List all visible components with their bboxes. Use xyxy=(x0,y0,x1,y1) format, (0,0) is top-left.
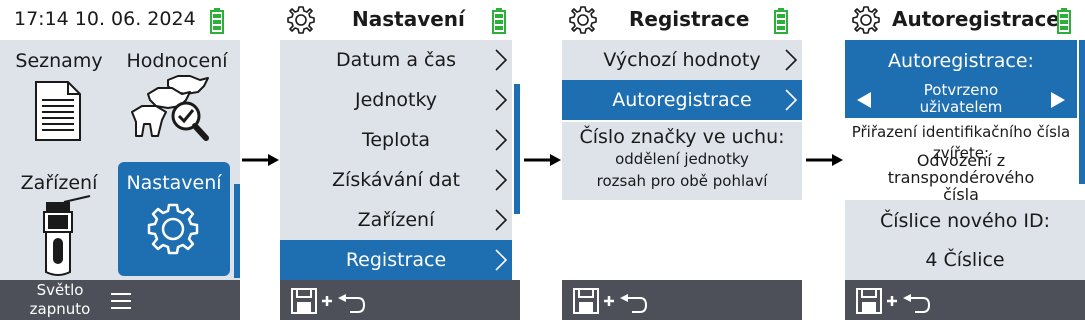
scrollbar[interactable] xyxy=(514,84,520,214)
scrollbar[interactable] xyxy=(234,184,240,278)
menu-item-registration[interactable]: Registrace xyxy=(280,240,512,280)
tile-lists[interactable]: Seznamy xyxy=(0,42,118,158)
tile-evaluation-label: Hodnocení xyxy=(126,50,228,72)
right-arrow-icon xyxy=(242,154,279,166)
save-icon xyxy=(856,288,882,314)
registration-screen: Registrace Výchozí hodnoty Autoregistrac… xyxy=(562,0,802,320)
id-assignment-panel[interactable]: Odvození z transpondérového čísla Přiřaz… xyxy=(845,118,1077,200)
menu-item-autoregistration[interactable]: Autoregistrace xyxy=(562,80,802,120)
tile-lists-label: Seznamy xyxy=(15,50,103,72)
autoregistration-setting[interactable]: Autoregistrace: Potvrzeno uživatelem xyxy=(845,40,1077,118)
back-icon xyxy=(620,294,648,313)
arrow-right-icon[interactable] xyxy=(1049,91,1067,109)
menu-item-device[interactable]: Zařízení xyxy=(280,200,512,240)
settings-screen: Nastavení Datum a čas Jednotky Teplota Z… xyxy=(280,0,520,320)
battery-icon xyxy=(1057,8,1071,34)
chevron-right-icon xyxy=(495,129,508,151)
back-icon xyxy=(903,294,931,313)
header: Autoregistrace xyxy=(845,0,1085,40)
tile-settings-label: Nastavení xyxy=(126,172,222,194)
menu-item-data-acquisition[interactable]: Získávání dat xyxy=(280,160,512,200)
chevron-right-icon xyxy=(495,249,508,271)
gear-icon xyxy=(287,6,315,34)
tile-settings[interactable]: Nastavení xyxy=(118,162,230,276)
setting-label: Autoregistrace: xyxy=(888,50,1034,72)
arrow-left-icon[interactable] xyxy=(855,91,873,109)
menu-item-temperature[interactable]: Teplota xyxy=(280,120,512,160)
cows-search-icon xyxy=(131,75,209,141)
right-arrow-icon xyxy=(806,154,843,166)
status-time: 17:14 10. 06. 2024 xyxy=(14,8,196,30)
save-back-icons[interactable] xyxy=(855,286,945,316)
footer-bar xyxy=(280,280,520,320)
id-assignment-heading: Přiřazení identifikačního čísla zvířete: xyxy=(851,123,1071,162)
chevron-right-icon xyxy=(495,209,508,231)
chevron-right-icon xyxy=(495,169,508,191)
battery-icon xyxy=(774,8,788,34)
chevron-right-icon xyxy=(495,89,508,111)
gear-icon xyxy=(852,6,880,34)
header: Registrace xyxy=(562,0,802,40)
battery-icon xyxy=(210,8,224,34)
scrollbar[interactable] xyxy=(1079,40,1085,184)
chevron-right-icon xyxy=(495,49,508,71)
setting-value: Potvrzeno uživatelem xyxy=(919,81,1003,116)
reader-device-icon xyxy=(43,195,91,276)
tile-device[interactable]: Zařízení xyxy=(0,160,118,278)
chevron-right-icon xyxy=(785,49,798,71)
menu-item-default-values[interactable]: Výchozí hodnoty xyxy=(562,40,802,80)
status-bar: 17:14 10. 06. 2024 xyxy=(0,0,240,40)
tile-evaluation[interactable]: Hodnocení xyxy=(118,42,236,158)
save-back-icons[interactable] xyxy=(572,286,662,316)
header: Nastavení xyxy=(280,0,520,40)
save-back-icons[interactable] xyxy=(290,286,380,316)
back-icon xyxy=(338,294,366,313)
menu-icon[interactable] xyxy=(110,292,132,310)
chevron-right-icon xyxy=(785,89,798,111)
save-icon xyxy=(291,288,317,314)
right-arrow-icon xyxy=(524,154,561,166)
ear-tag-panel[interactable]: Číslo značky ve uchu: oddělení jednotky … xyxy=(562,122,802,200)
ear-tag-value: oddělení jednotky rozsah pro obě pohlaví xyxy=(596,150,768,190)
page-title: Autoregistrace xyxy=(892,7,1060,31)
light-status-label: Světlo zapnuto xyxy=(29,281,91,318)
page-title: Nastavení xyxy=(352,7,465,31)
battery-icon xyxy=(492,8,506,34)
list-document-icon xyxy=(35,81,81,141)
menu-item-date-time[interactable]: Datum a čas xyxy=(280,40,512,80)
digits-value: 4 Číslice xyxy=(925,249,1005,271)
tile-device-label: Zařízení xyxy=(20,172,98,194)
page-title: Registrace xyxy=(629,7,750,31)
autoregistration-screen: Autoregistrace Autoregistrace: Potvrzeno… xyxy=(845,0,1085,320)
save-icon xyxy=(573,288,599,314)
digits-label: Číslice nového ID: xyxy=(879,210,1051,232)
footer-bar xyxy=(845,280,1085,320)
ear-tag-heading: Číslo značky ve uchu: xyxy=(562,126,802,148)
footer-bar: Světlo zapnuto xyxy=(0,280,240,320)
new-id-digits-panel[interactable]: Číslice nového ID: 4 Číslice xyxy=(845,200,1085,280)
menu-item-units[interactable]: Jednotky xyxy=(280,80,512,120)
home-screen: 17:14 10. 06. 2024 Seznamy Hodnocení Zař… xyxy=(0,0,240,320)
gear-icon xyxy=(147,203,199,255)
gear-icon xyxy=(569,6,597,34)
footer-bar xyxy=(562,280,802,320)
